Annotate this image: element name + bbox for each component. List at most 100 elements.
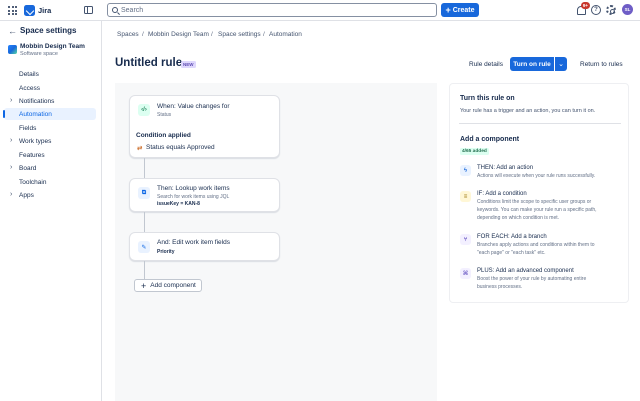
lightning-icon: ϟ — [460, 165, 471, 176]
search-input[interactable]: Search — [107, 3, 437, 17]
sidebar-item-label: Board — [19, 164, 37, 172]
component-desc: Branches apply actions and conditions wi… — [477, 242, 595, 256]
turn-on-text: Your rule has a trigger and an action, y… — [460, 108, 596, 114]
sidebar-item-apps[interactable]: › Apps — [4, 189, 96, 201]
sidebar-item-board[interactable]: › Board — [4, 162, 96, 174]
sidebar-item-fields[interactable]: Fields — [4, 122, 96, 134]
sidebar-item-label: Features — [19, 151, 45, 159]
plus-icon: + — [445, 4, 451, 15]
component-title: FOR EACH: Add a branch — [477, 234, 547, 240]
plus-icon: + — [141, 280, 147, 291]
chevron-down-icon[interactable]: ⌄ — [555, 57, 567, 71]
turn-on-heading: Turn this rule on — [460, 95, 515, 102]
sidebar-item-label: Access — [19, 84, 40, 92]
advanced-component-icon: ⌘ — [460, 268, 471, 279]
app-grid-icon[interactable] — [8, 6, 17, 15]
divider — [459, 123, 621, 124]
component-desc: Conditions limit the scope to specific u… — [477, 199, 597, 221]
add-component-heading: Add a component — [460, 136, 520, 143]
flow-connector — [144, 158, 145, 178]
action-edit-card[interactable]: ✎ And: Edit work item fields Priority — [129, 232, 280, 261]
breadcrumb-separator: / — [263, 31, 265, 38]
jira-logo[interactable] — [24, 5, 35, 16]
flow-connector — [144, 261, 145, 279]
lookup-icon: ⧉ — [138, 187, 150, 199]
chevron-right-icon: › — [10, 163, 13, 171]
help-icon[interactable]: ? — [591, 5, 601, 15]
rule-details-button[interactable]: Rule details — [469, 61, 503, 68]
trigger-card[interactable]: ‹/› When: Value changes for Status Condi… — [129, 95, 280, 158]
flow-connector — [144, 212, 145, 232]
sidebar-item-label: Fields — [19, 124, 37, 132]
sidebar-item-label: Toolchain — [19, 178, 47, 186]
component-title: THEN: Add an action — [477, 165, 534, 171]
trigger-title: When: Value changes for — [157, 103, 230, 110]
component-add-condition[interactable]: ≡ IF: Add a condition Conditions limit t… — [458, 190, 622, 226]
notification-count-badge: 9+ — [581, 2, 590, 9]
sidebar-item-toolchain[interactable]: Toolchain — [4, 176, 96, 188]
sidebar-item-automation[interactable]: Automation — [3, 108, 96, 120]
action-edit-title: And: Edit work item fields — [157, 239, 230, 246]
sidebar-item-label: Details — [19, 70, 39, 78]
component-add-action[interactable]: ϟ THEN: Add an action Actions will execu… — [458, 164, 622, 186]
condition-swap-icon: ⇄ — [137, 145, 143, 152]
breadcrumb-space-settings[interactable]: Space settings — [218, 31, 261, 38]
turn-on-rule-button[interactable]: Turn on rule — [510, 57, 554, 71]
sidebar-item-notifications[interactable]: › Notifications — [4, 95, 96, 107]
chevron-right-icon: › — [10, 190, 13, 198]
space-avatar-icon — [8, 45, 17, 54]
sidebar-item-label: Work types — [19, 137, 52, 145]
gear-icon[interactable] — [606, 5, 616, 15]
components-added-lozenge: 4/65 added — [460, 148, 489, 155]
action-edit-field: Priority — [157, 249, 175, 255]
filter-icon: ≡ — [460, 191, 471, 202]
component-add-advanced[interactable]: ⌘ PLUS: Add an advanced component Boost … — [458, 267, 622, 295]
sidebar-title: Space settings — [20, 26, 77, 35]
breadcrumb-separator: / — [142, 31, 144, 38]
chevron-right-icon: › — [10, 136, 13, 144]
create-button-label: Create — [452, 6, 475, 14]
breadcrumb-spaces[interactable]: Spaces — [117, 31, 139, 38]
sidebar-item-access[interactable]: Access — [4, 82, 96, 94]
space-name[interactable]: Mobbin Design Team — [20, 43, 85, 50]
add-component-button[interactable]: + Add component — [134, 279, 202, 292]
sidebar-item-work-types[interactable]: › Work types — [4, 135, 96, 147]
back-arrow-icon[interactable]: ← — [8, 26, 17, 36]
action-lookup-title: Then: Lookup work items — [157, 185, 230, 192]
component-desc: Boost the power of your rule by automati… — [477, 276, 587, 290]
component-title: IF: Add a condition — [477, 191, 527, 197]
component-desc: Actions will execute when your rule runs… — [477, 173, 596, 179]
action-lookup-card[interactable]: ⧉ Then: Lookup work items Search for wor… — [129, 178, 280, 212]
new-lozenge: NEW — [181, 61, 196, 68]
sidebar-toggle-icon[interactable] — [84, 6, 93, 14]
space-type: Software space — [20, 51, 58, 57]
create-button[interactable]: + Create — [441, 3, 479, 17]
sidebar-item-label: Automation — [19, 110, 52, 118]
breadcrumb-space[interactable]: Mobbin Design Team — [148, 31, 209, 38]
condition-text: Status equals Approved — [146, 144, 215, 151]
component-panel: Turn this rule on Your rule has a trigge… — [449, 83, 629, 303]
sidebar-item-details[interactable]: Details — [4, 68, 96, 80]
condition-heading: Condition applied — [136, 132, 191, 139]
trigger-subtitle: Status — [157, 112, 172, 118]
sidebar-item-label: Apps — [19, 191, 34, 199]
action-lookup-subtitle: Search for work items using JQL — [157, 194, 230, 200]
brand-name[interactable]: Jira — [38, 6, 51, 15]
rule-title[interactable]: Untitled rule — [115, 57, 182, 69]
pencil-icon: ✎ — [138, 241, 150, 253]
sidebar-item-features[interactable]: Features — [4, 149, 96, 161]
breadcrumb-automation[interactable]: Automation — [269, 31, 302, 38]
search-icon — [112, 7, 118, 13]
component-title: PLUS: Add an advanced component — [477, 268, 574, 274]
breadcrumb-separator: / — [211, 31, 213, 38]
sidebar-item-label: Notifications — [19, 97, 55, 105]
return-to-rules-button[interactable]: Return to rules — [580, 61, 623, 68]
code-icon: ‹/› — [138, 104, 150, 116]
chevron-right-icon: › — [10, 96, 13, 104]
search-placeholder: Search — [121, 6, 144, 14]
active-indicator — [3, 110, 5, 118]
component-add-branch[interactable]: ⑂ FOR EACH: Add a branch Branches apply … — [458, 233, 622, 261]
add-component-label: Add component — [150, 282, 196, 289]
branch-icon: ⑂ — [460, 234, 471, 245]
avatar[interactable]: SL — [622, 4, 633, 15]
